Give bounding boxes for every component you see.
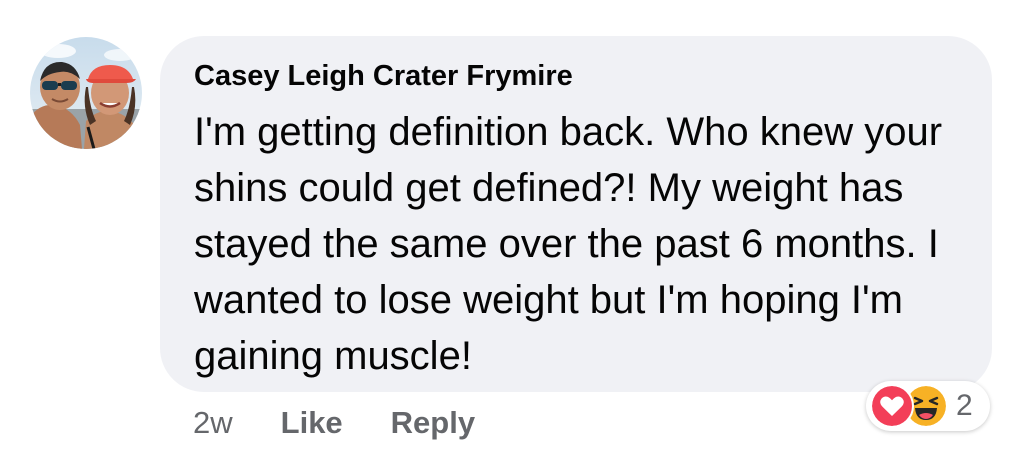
avatar[interactable]: [30, 37, 142, 149]
comment-actions: 2w Like Reply: [193, 403, 475, 443]
reply-button[interactable]: Reply: [391, 405, 475, 441]
like-button[interactable]: Like: [281, 405, 343, 441]
comment: Casey Leigh Crater Frymire I'm getting d…: [0, 0, 1024, 469]
love-reaction-icon: [870, 384, 914, 428]
reactions-summary[interactable]: 2: [866, 381, 990, 431]
comment-bubble: Casey Leigh Crater Frymire I'm getting d…: [160, 36, 992, 392]
comment-author[interactable]: Casey Leigh Crater Frymire: [194, 60, 573, 93]
reaction-count: 2: [956, 389, 973, 422]
comment-timestamp[interactable]: 2w: [193, 405, 233, 441]
comment-text: I'm getting definition back. Who knew yo…: [194, 110, 943, 378]
avatar-photo: [30, 37, 142, 149]
